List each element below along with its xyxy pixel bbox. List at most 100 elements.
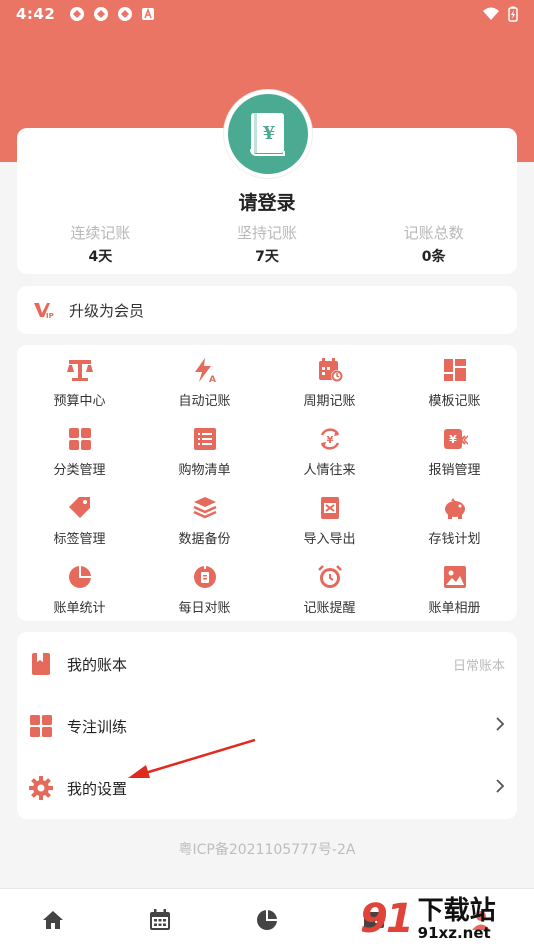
grid-label: 报销管理 (428, 463, 481, 478)
stats-row: 连续记账 4天 坚持记账 7天 记账总数 0条 (17, 222, 517, 266)
stat-total: 记账总数 0条 (350, 222, 517, 266)
alarm-icon (317, 565, 342, 588)
a-notification-icon (142, 7, 155, 20)
calendar-icon (150, 908, 171, 930)
grid-item-stats[interactable]: 账单统计 (17, 560, 142, 629)
nav-stats[interactable] (214, 889, 321, 950)
icp-license: 粤ICP备2021105777号-2A (178, 842, 356, 858)
ledger-book-icon: ¥ (250, 113, 285, 156)
grid-item-template[interactable]: 模板记账 (392, 353, 517, 422)
svg-text:¥: ¥ (449, 433, 457, 446)
grid-item-reimburse[interactable]: ¥ 报销管理 (392, 422, 517, 491)
my-book-row[interactable]: 我的账本 日常账本 (17, 633, 517, 695)
watermark-number: 91 (360, 896, 414, 942)
grid-apps-icon (29, 714, 53, 738)
vip-upgrade-row[interactable]: IP 升级为会员 (17, 286, 517, 334)
stat-value: 4天 (88, 249, 113, 265)
watermark-text: 下载站 91xz.net (418, 898, 496, 941)
grid-item-social[interactable]: ¥ 人情往来 (267, 422, 392, 491)
notification-icons (69, 6, 155, 22)
grid-item-budget[interactable]: 预算中心 (17, 353, 142, 422)
grid-label: 自动记账 (178, 394, 231, 409)
grid-label: 购物清单 (178, 463, 231, 478)
my-settings-row[interactable]: 我的设置 (17, 757, 517, 819)
template-icon (443, 359, 466, 381)
grid-label: 账单相册 (428, 601, 481, 616)
layers-icon (192, 497, 217, 519)
grid-item-album[interactable]: 账单相册 (392, 560, 517, 629)
grid-label: 记账提醒 (303, 601, 356, 616)
grid-item-saving[interactable]: 存钱计划 (392, 491, 517, 560)
grid-label: 标签管理 (53, 532, 106, 547)
svg-text:¥: ¥ (326, 435, 333, 446)
list-icon (193, 428, 216, 450)
grid-item-auto[interactable]: A 自动记账 (142, 353, 267, 422)
calendar-cycle-icon (318, 358, 343, 382)
app-notification-icon (118, 7, 133, 21)
daily-check-icon (193, 566, 216, 588)
grid-label: 账单统计 (53, 601, 106, 616)
stat-persist: 坚持记账 7天 (184, 222, 351, 266)
battery-icon (508, 6, 518, 22)
tag-icon (68, 497, 90, 518)
grid-label: 数据备份 (178, 532, 231, 547)
watermark-title: 下载站 (417, 895, 496, 926)
svg-text:IP: IP (46, 312, 54, 319)
excel-icon (320, 497, 339, 519)
stat-label: 连续记账 (70, 224, 131, 242)
pie-chart-icon (68, 566, 91, 588)
svg-text:A: A (209, 375, 216, 383)
lightning-icon: A (194, 358, 216, 383)
grid-item-shopping[interactable]: 购物清单 (142, 422, 267, 491)
red-arrow-annotation (128, 738, 256, 778)
vip-label: 升级为会员 (69, 301, 145, 320)
stat-label: 记账总数 (403, 224, 464, 242)
watermark-url: 91xz.net (417, 923, 491, 942)
feature-grid: 预算中心 A 自动记账 周期记账 模板记账 分类管理 购物清单 ¥ 人情往来 ¥ (17, 353, 517, 629)
wifi-icon (483, 7, 499, 20)
login-prompt[interactable]: 请登录 (17, 188, 517, 215)
settings-list-card: 我的账本 日常账本 专注训练 我的设置 (17, 632, 517, 819)
pie-chart-icon (256, 909, 277, 930)
grid-item-daily-check[interactable]: 每日对账 (142, 560, 267, 629)
chevron-right-icon (495, 716, 505, 737)
my-book-value: 日常账本 (452, 658, 505, 674)
stat-value: 7天 (255, 249, 279, 265)
system-icons (482, 6, 518, 22)
nav-home[interactable] (0, 889, 107, 950)
focus-training-row[interactable]: 专注训练 (17, 695, 517, 757)
stat-consecutive: 连续记账 4天 (17, 222, 184, 266)
grid-item-import-export[interactable]: 导入导出 (267, 491, 392, 560)
avatar-circle: ¥ (228, 94, 308, 174)
scale-icon (66, 360, 93, 381)
grid-label: 周期记账 (303, 394, 356, 409)
stat-label: 坚持记账 (237, 224, 298, 242)
stat-value: 0条 (421, 249, 446, 265)
grid-item-tags[interactable]: 标签管理 (17, 491, 142, 560)
home-icon (43, 910, 64, 929)
photo-icon (443, 566, 466, 588)
svg-text:¥: ¥ (263, 123, 276, 144)
feature-grid-card: 预算中心 A 自动记账 周期记账 模板记账 分类管理 购物清单 ¥ 人情往来 ¥ (17, 345, 517, 621)
grid-label: 每日对账 (178, 601, 231, 616)
grid-item-reminder[interactable]: 记账提醒 (267, 560, 392, 629)
app-notification-icon (70, 7, 85, 21)
grid-item-backup[interactable]: 数据备份 (142, 491, 267, 560)
book-icon (29, 652, 53, 676)
reimburse-icon: ¥ (443, 429, 468, 449)
grid-label: 分类管理 (53, 463, 106, 478)
status-time: 4:42 (16, 5, 56, 23)
grid-label: 导入导出 (303, 532, 356, 547)
grid-item-cycle[interactable]: 周期记账 (267, 353, 392, 422)
avatar[interactable]: ¥ (224, 90, 312, 178)
grid-label: 人情往来 (303, 463, 356, 478)
exchange-icon: ¥ (320, 428, 339, 450)
chevron-right-icon (495, 778, 505, 799)
app-notification-icon (94, 7, 109, 21)
piggy-bank-icon (444, 498, 465, 519)
grid-item-category[interactable]: 分类管理 (17, 422, 142, 491)
nav-calendar[interactable] (107, 889, 214, 950)
my-book-label: 我的账本 (67, 655, 128, 674)
grid-label: 存钱计划 (428, 532, 481, 547)
grid-label: 预算中心 (53, 394, 106, 409)
